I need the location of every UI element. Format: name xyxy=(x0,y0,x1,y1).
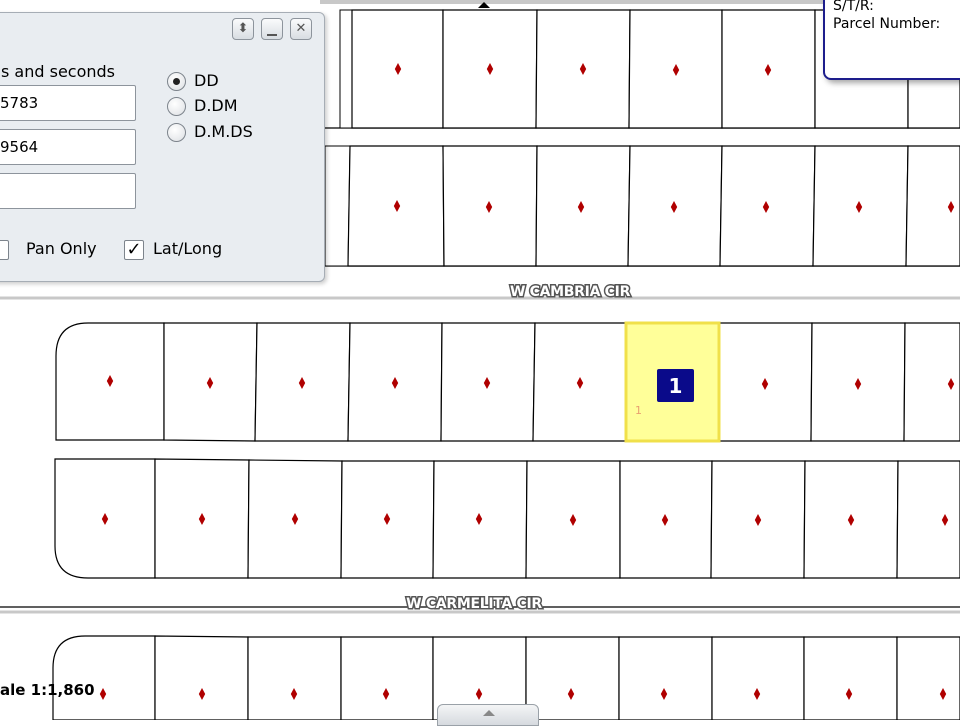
minimize-button[interactable] xyxy=(261,18,283,40)
collapse-top-icon[interactable] xyxy=(474,0,494,10)
expand-bottom-tab[interactable] xyxy=(437,704,539,726)
latlong-checkbox[interactable]: ✓ xyxy=(124,240,144,260)
checkmark-icon: ✓ xyxy=(126,239,142,260)
chevron-up-icon xyxy=(483,710,495,716)
close-button[interactable]: ✕ xyxy=(290,18,312,40)
selected-parcel[interactable]: 1 1 xyxy=(624,321,721,443)
parcel-row-2 xyxy=(324,145,960,267)
parcel-number-label: Parcel Number: xyxy=(833,16,941,32)
radio-dd-label: DD xyxy=(194,71,219,90)
radio-ddm-label: D.DM xyxy=(194,96,238,115)
format-label: s and seconds xyxy=(1,62,116,81)
latitude-input[interactable]: 5783 xyxy=(0,85,136,121)
str-label: S/T/R: xyxy=(833,0,874,14)
restore-button[interactable]: ⬍ xyxy=(232,18,254,40)
pan-only-checkbox[interactable] xyxy=(0,240,9,260)
restore-icon: ⬍ xyxy=(237,21,249,36)
parcel-row-4 xyxy=(54,458,960,579)
map-scale-text: ale 1:1,860 xyxy=(0,681,95,699)
third-coordinate-input[interactable] xyxy=(0,173,136,209)
longitude-input[interactable]: 9564 xyxy=(0,129,136,165)
radio-dmds-button[interactable] xyxy=(167,123,186,142)
parcel-marker-label: 1 xyxy=(669,374,683,398)
coordinate-dialog[interactable]: ⬍ ✕ s and seconds 5783 9564 DD D.DM D.M.… xyxy=(0,12,325,282)
radio-dd-button[interactable] xyxy=(167,72,186,91)
close-icon: ✕ xyxy=(295,21,307,36)
dialog-titlebar[interactable]: ⬍ ✕ xyxy=(0,13,324,47)
lot-number: 1 xyxy=(635,404,642,417)
street-label-cambria: W CAMBRIA CIR xyxy=(510,284,631,300)
latlong-label: Lat/Long xyxy=(153,239,223,258)
parcel-row-3 xyxy=(55,322,960,442)
street-label-carmelita: W CARMELITA CIR xyxy=(406,596,542,612)
parcel-info-panel: S/T/R: Parcel Number: xyxy=(823,0,960,80)
minimize-icon xyxy=(267,34,277,36)
radio-dmds-label: D.M.DS xyxy=(194,122,253,141)
radio-ddm-button[interactable] xyxy=(167,97,186,116)
pan-only-label: Pan Only xyxy=(26,239,97,258)
